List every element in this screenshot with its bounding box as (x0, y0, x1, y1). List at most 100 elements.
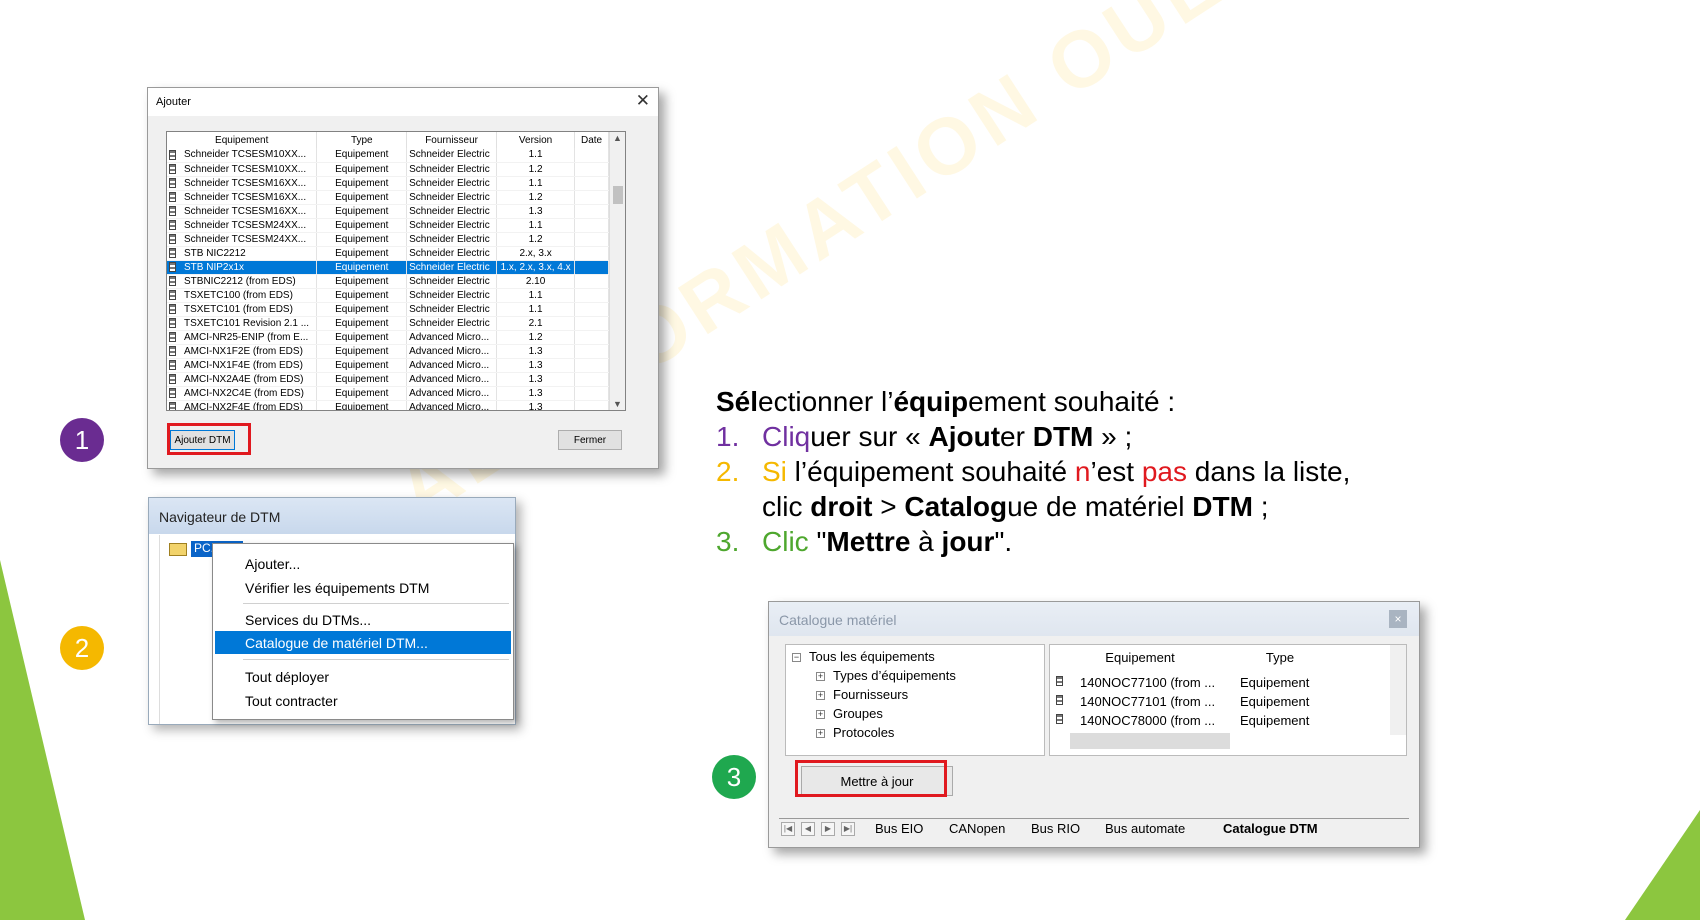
catalogue-grid[interactable]: Equipement Type 140NOC77100 (from ... Eq… (1049, 644, 1407, 756)
device-icon (169, 401, 176, 410)
cell-text: Schneider TCSESM16XX... (184, 205, 307, 217)
col-equipement[interactable]: Equipement (1070, 647, 1210, 669)
expand-icon[interactable]: + (816, 710, 825, 720)
tab-bus-eio[interactable]: Bus EIO (875, 819, 923, 839)
table-row[interactable]: STBNIC2212 (from EDS) Equipement Schneider… (167, 274, 609, 289)
table-row[interactable]: Schneider TCSESM10XX... Equipement Schneid… (167, 148, 609, 163)
step-red: pas (1141, 456, 1187, 487)
table-row[interactable]: Schneider TCSESM16XX... Equipement Schneid… (167, 176, 609, 191)
table-cell (574, 232, 609, 247)
menu-item-tout-deployer[interactable]: Tout déployer (215, 665, 511, 688)
catalogue-tree[interactable]: − Tous les équipements + Types d’équipemen… (785, 644, 1045, 756)
expand-icon[interactable]: + (816, 729, 825, 739)
table-cell: Equipement (316, 372, 408, 387)
table-row[interactable]: TSXETC101 (from EDS) Equipement Schneider … (167, 302, 609, 317)
close-icon[interactable]: ✕ (636, 91, 650, 111)
table-row[interactable]: Schneider TCSESM10XX... Equipement Schneid… (167, 162, 609, 177)
menu-item-services[interactable]: Services du DTMs... (215, 608, 511, 631)
next-page-icon[interactable]: ▶ (821, 822, 835, 836)
equipment-list[interactable]: Equipement Type Fournisseur Version Date… (166, 131, 626, 411)
tab-bus-automate[interactable]: Bus automate (1105, 819, 1185, 839)
tab-canopen[interactable]: CANopen (949, 819, 1005, 839)
table-cell: 2.x, 3.x (496, 246, 576, 261)
menu-item-tout-contracter[interactable]: Tout contracter (215, 689, 511, 712)
table-row[interactable]: Schneider TCSESM16XX... Equipement Schneid… (167, 190, 609, 205)
table-cell: 1.1 (496, 302, 576, 317)
tree-node-types[interactable]: + Types d’équipements (816, 668, 956, 683)
green-corner-left (0, 560, 85, 920)
grid-cell[interactable]: Equipement (1240, 692, 1340, 711)
step-text: l’équipement souhaité (786, 456, 1075, 487)
menu-item-catalogue[interactable]: Catalogue de matériel DTM... (215, 631, 511, 654)
table-row[interactable]: AMCI-NR25-ENIP (from E... Equipement Advan… (167, 330, 609, 345)
grid-cell[interactable]: Equipement (1240, 673, 1340, 692)
menu-item-ajouter[interactable]: Ajouter... (215, 552, 511, 575)
device-icon (169, 149, 176, 160)
col-date[interactable]: Date (574, 132, 609, 148)
cell-text: Schneider TCSESM10XX... (184, 163, 307, 175)
ajouter-titlebar: Ajouter ✕ (148, 88, 658, 116)
col-equipement[interactable]: Equipement (167, 132, 318, 148)
horizontal-scrollbar[interactable] (1070, 733, 1230, 749)
table-row[interactable]: Schneider TCSESM16XX... Equipement Schneid… (167, 204, 609, 219)
vertical-scrollbar[interactable] (1390, 645, 1406, 735)
last-page-icon[interactable]: ▶| (841, 822, 855, 836)
grid-cell[interactable]: Equipement (1240, 711, 1340, 730)
table-cell: Schneider TCSESM10XX... (167, 162, 318, 177)
prev-page-icon[interactable]: ◀ (801, 822, 815, 836)
menu-item-verifier[interactable]: Vérifier les équipements DTM (215, 576, 511, 599)
table-row[interactable]: AMCI-NX2F4E (from EDS) Equipement Advanced… (167, 400, 609, 410)
chevron-down-icon[interactable]: ▼ (613, 399, 622, 409)
table-row[interactable]: Schneider TCSESM24XX... Equipement Schneid… (167, 218, 609, 233)
table-row[interactable]: Schneider TCSESM24XX... Equipement Schneid… (167, 232, 609, 247)
device-icon (169, 303, 176, 314)
table-row[interactable]: AMCI-NX1F4E (from EDS) Equipement Advanced… (167, 358, 609, 373)
table-row[interactable]: AMCI-NX1F2E (from EDS) Equipement Advanced… (167, 344, 609, 359)
cell-text: STBNIC2212 (from EDS) (184, 275, 296, 287)
step-verb: Clic (762, 526, 809, 557)
step-badge-1: 1 (60, 418, 104, 462)
tree-node-groupes[interactable]: + Groupes (816, 706, 883, 721)
col-fournisseur[interactable]: Fournisseur (406, 132, 498, 148)
table-cell (574, 190, 609, 205)
col-type[interactable]: Type (316, 132, 408, 148)
close-icon[interactable]: × (1389, 610, 1407, 628)
table-cell: Schneider Electric (406, 246, 498, 261)
fermer-button[interactable]: Fermer (558, 430, 622, 450)
table-cell (574, 260, 609, 275)
grid-cell[interactable]: 140NOC77100 (from ... (1080, 673, 1220, 692)
grid-cell[interactable]: 140NOC77101 (from ... (1080, 692, 1220, 711)
table-row[interactable]: STB NIC2212 Equipement Schneider Electric 2… (167, 246, 609, 261)
table-cell (574, 274, 609, 289)
tree-node-root[interactable]: − Tous les équipements (792, 649, 935, 664)
tree-label: Fournisseurs (833, 687, 909, 702)
expand-icon[interactable]: + (816, 691, 825, 701)
table-row[interactable]: AMCI-NX2C4E (from EDS) Equipement Advanced… (167, 386, 609, 401)
tree-node-fournisseurs[interactable]: + Fournisseurs (816, 687, 908, 702)
first-page-icon[interactable]: |◀ (781, 822, 795, 836)
cell-text: AMCI-NX2A4E (from EDS) (184, 373, 304, 385)
table-cell: Equipement (316, 344, 408, 359)
table-row[interactable]: STB NIP2x1x Equipement Schneider Electric 1… (167, 260, 609, 275)
col-version[interactable]: Version (496, 132, 576, 148)
table-cell: AMCI-NX2F4E (from EDS) (167, 400, 318, 410)
cell-text: Schneider TCSESM16XX... (184, 177, 307, 189)
scrollbar-thumb[interactable] (613, 186, 623, 204)
chevron-up-icon[interactable]: ▲ (613, 133, 622, 143)
grid-cell[interactable]: 140NOC78000 (from ... (1080, 711, 1220, 730)
tab-bus-rio[interactable]: Bus RIO (1031, 819, 1080, 839)
step-bold: Ajout (928, 421, 1001, 452)
table-cell: 1.1 (496, 176, 576, 191)
table-row[interactable]: TSXETC100 (from EDS) Equipement Schneider … (167, 288, 609, 303)
collapse-icon[interactable]: − (792, 653, 801, 663)
list-scrollbar[interactable]: ▲ ▼ (609, 132, 625, 410)
table-row[interactable]: AMCI-NX2A4E (from EDS) Equipement Advanced… (167, 372, 609, 387)
col-type[interactable]: Type (1220, 647, 1340, 669)
tree-node-protocoles[interactable]: + Protocoles (816, 725, 894, 740)
tab-catalogue-dtm[interactable]: Catalogue DTM (1223, 819, 1318, 839)
table-cell (574, 246, 609, 261)
table-cell: Schneider Electric (406, 316, 498, 331)
expand-icon[interactable]: + (816, 672, 825, 682)
heading-text: ement souhaité : (968, 386, 1176, 417)
table-row[interactable]: TSXETC101 Revision 2.1 ... Equipement Schn… (167, 316, 609, 331)
